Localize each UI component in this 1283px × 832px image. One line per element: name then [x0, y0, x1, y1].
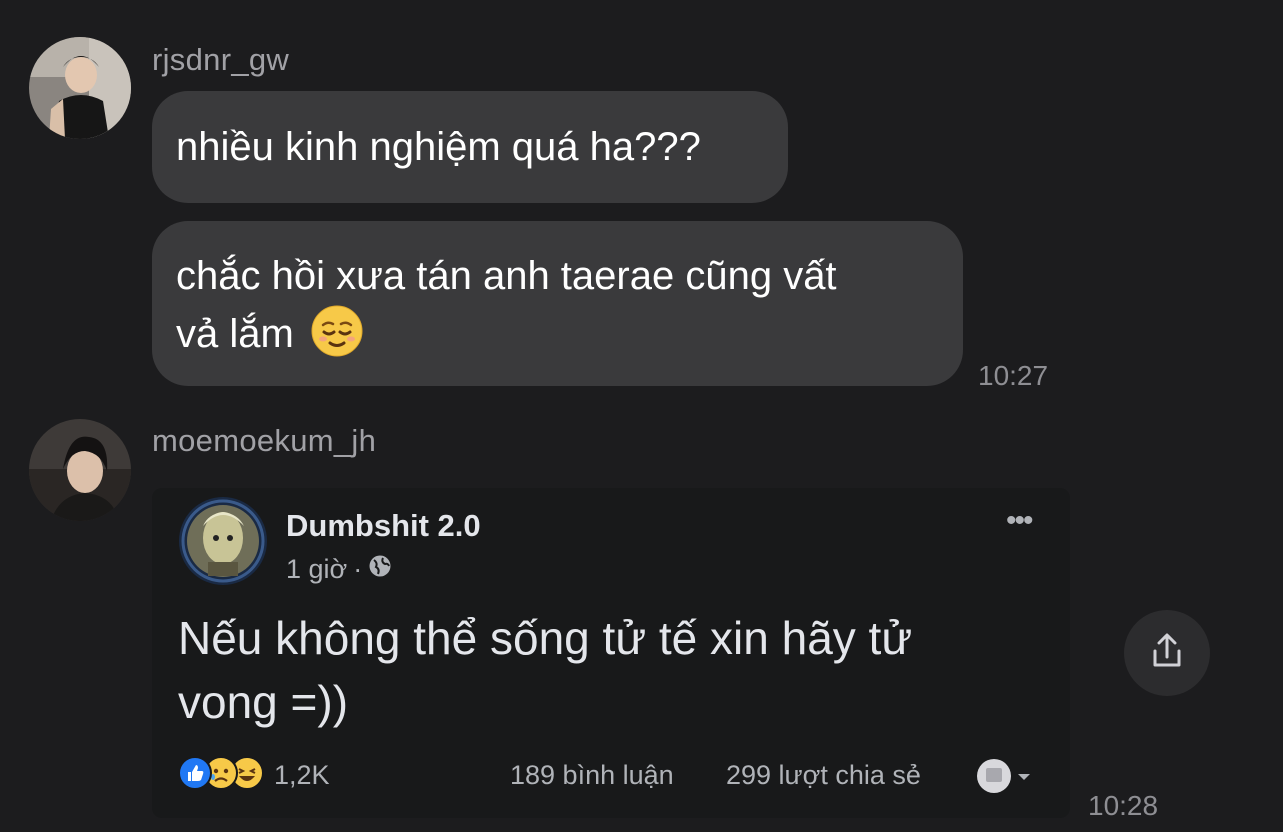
profile-thumbnail-icon [976, 758, 1012, 799]
message-text-fragment: vả lắm [176, 312, 294, 356]
comment-count: 189 bình luận [510, 760, 674, 790]
avatar-rjsdnr-gw[interactable] [29, 37, 131, 139]
avatar-moemoekum-jh[interactable] [29, 419, 131, 521]
message-timestamp: 10:27 [978, 360, 1049, 391]
audience-selector [976, 758, 1032, 799]
globe-icon [368, 554, 392, 585]
more-options-icon: ••• [1006, 504, 1033, 537]
page-avatar [178, 496, 268, 586]
shared-post-image[interactable]: Dumbshit 2.0 1 giờ · ••• Nếu không thể s… [152, 488, 1070, 818]
page-name: Dumbshit 2.0 [286, 508, 481, 543]
post-meta: 1 giờ · [286, 554, 392, 585]
message-timestamp: 10:28 [1088, 790, 1159, 821]
sender-username[interactable]: moemoekum_jh [152, 423, 376, 459]
like-icon [178, 756, 212, 795]
post-time: 1 giờ [286, 554, 348, 584]
share-count: 299 lượt chia sẻ [726, 760, 921, 790]
share-icon [1147, 631, 1187, 676]
share-button[interactable] [1124, 610, 1210, 696]
reactions-summary: 1,2K [178, 756, 330, 795]
message-text-line-2: vả lắm [176, 305, 939, 373]
post-text: Nếu không thể sống tử tế xin hãy tử vong… [178, 612, 913, 728]
meta-separator: · [353, 554, 363, 584]
message-bubble[interactable]: chắc hồi xưa tán anh taerae cũng vất vả … [152, 221, 963, 386]
relieved-face-emoji [311, 305, 363, 373]
message-text-line: chắc hồi xưa tán anh taerae cũng vất [176, 254, 837, 298]
chevron-down-icon [1016, 770, 1032, 788]
chat-screen: rjsdnr_gw nhiều kinh nghiệm quá ha??? ch… [0, 0, 1283, 832]
message-bubble[interactable]: nhiều kinh nghiệm quá ha??? [152, 91, 788, 203]
sender-username[interactable]: rjsdnr_gw [152, 42, 289, 78]
reaction-count: 1,2K [274, 760, 330, 790]
message-text: nhiều kinh nghiệm quá ha??? [176, 125, 701, 169]
